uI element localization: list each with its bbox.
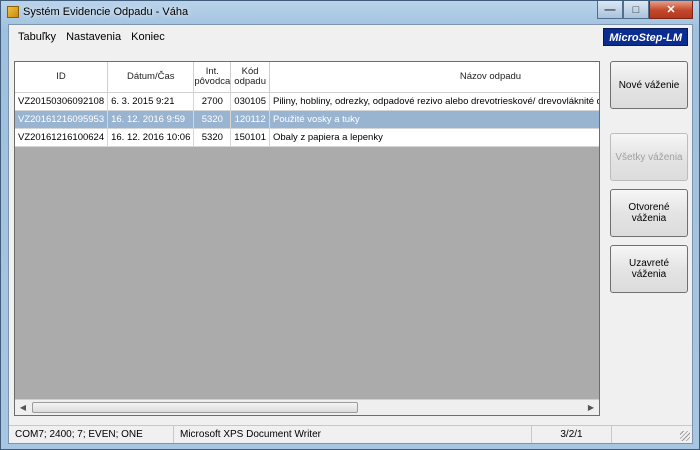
table-row[interactable]: VZ20161216100624 16. 12. 2016 10:06 5320… (15, 128, 599, 147)
menu-item-settings[interactable]: Nastavenia (61, 29, 126, 45)
close-button[interactable]: ✕ (649, 1, 693, 19)
app-icon[interactable] (7, 6, 19, 18)
cell-id: VZ20150306092108 (15, 92, 109, 111)
new-weighing-button[interactable]: Nové váženie (610, 61, 688, 109)
menu-bar: Tabuľky Nastavenia Koniec MicroStep-LM (9, 25, 692, 49)
arrow-left-icon: ◀ (19, 403, 27, 412)
company-logo: MicroStep-LM (603, 28, 688, 46)
status-printer: Microsoft XPS Document Writer (174, 426, 532, 443)
resize-grip-icon[interactable] (680, 431, 690, 441)
cell-id: VZ20161216095953 (15, 110, 109, 129)
cell-code: 150101 (230, 128, 270, 147)
status-port: COM7; 2400; 7; EVEN; ONE (9, 426, 174, 443)
cell-name: Použité vosky a tuky (269, 110, 599, 129)
table-row-selected[interactable]: VZ20161216095953 16. 12. 2016 9:59 5320 … (15, 110, 599, 129)
cell-origin: 5320 (193, 110, 232, 129)
window-controls: — □ ✕ (597, 1, 693, 19)
scroll-left-button[interactable]: ◀ (15, 400, 31, 415)
weighings-grid[interactable]: ID Dátum/Čas Int. pôvodca Kód odpadu Náz… (14, 61, 600, 416)
scroll-right-button[interactable]: ▶ (583, 400, 599, 415)
table-row[interactable]: VZ20150306092108 6. 3. 2015 9:21 2700 03… (15, 92, 599, 111)
column-header-date[interactable]: Dátum/Čas (107, 62, 195, 93)
minimize-icon: — (604, 3, 616, 16)
cell-id: VZ20161216100624 (15, 128, 109, 147)
cell-date: 16. 12. 2016 10:06 (107, 128, 195, 147)
column-header-origin[interactable]: Int. pôvodca (193, 62, 232, 93)
scroll-thumb[interactable] (32, 402, 358, 413)
maximize-icon: □ (632, 3, 640, 16)
column-header-id[interactable]: ID (15, 62, 109, 93)
cell-code: 030105 (230, 92, 270, 111)
status-version: 3/2/1 (532, 426, 612, 443)
cell-name: Obaly z papiera a lepenky (269, 128, 599, 147)
cell-name: Piliny, hobliny, odrezky, odpadové reziv… (269, 92, 599, 111)
minimize-button[interactable]: — (597, 1, 623, 19)
cell-date: 6. 3. 2015 9:21 (107, 92, 195, 111)
title-bar[interactable]: Systém Evidencie Odpadu - Váha — □ ✕ (1, 1, 699, 23)
open-weighings-button[interactable]: Otvorené váženia (610, 189, 688, 237)
horizontal-scrollbar[interactable]: ◀ ▶ (15, 399, 599, 415)
app-window: Systém Evidencie Odpadu - Váha — □ ✕ Tab… (0, 0, 700, 450)
window-title: Systém Evidencie Odpadu - Váha (23, 6, 189, 18)
arrow-right-icon: ▶ (587, 403, 595, 412)
column-header-name[interactable]: Názov odpadu (269, 62, 599, 93)
close-icon: ✕ (666, 4, 676, 16)
client-area: Tabuľky Nastavenia Koniec MicroStep-LM I… (8, 24, 693, 444)
status-bar: COM7; 2400; 7; EVEN; ONE Microsoft XPS D… (9, 425, 692, 443)
menu-item-tables[interactable]: Tabuľky (13, 29, 61, 45)
closed-weighings-button[interactable]: Uzavreté váženia (610, 245, 688, 293)
cell-code: 120112 (230, 110, 270, 129)
cell-date: 16. 12. 2016 9:59 (107, 110, 195, 129)
maximize-button[interactable]: □ (623, 1, 649, 19)
cell-origin: 5320 (193, 128, 232, 147)
all-weighings-button[interactable]: Všetky váženia (610, 133, 688, 181)
weighings-table: ID Dátum/Čas Int. pôvodca Kód odpadu Náz… (15, 62, 599, 147)
column-header-code[interactable]: Kód odpadu (230, 62, 270, 93)
table-header-row: ID Dátum/Čas Int. pôvodca Kód odpadu Náz… (15, 62, 599, 93)
cell-origin: 2700 (193, 92, 232, 111)
menu-item-exit[interactable]: Koniec (126, 29, 170, 45)
